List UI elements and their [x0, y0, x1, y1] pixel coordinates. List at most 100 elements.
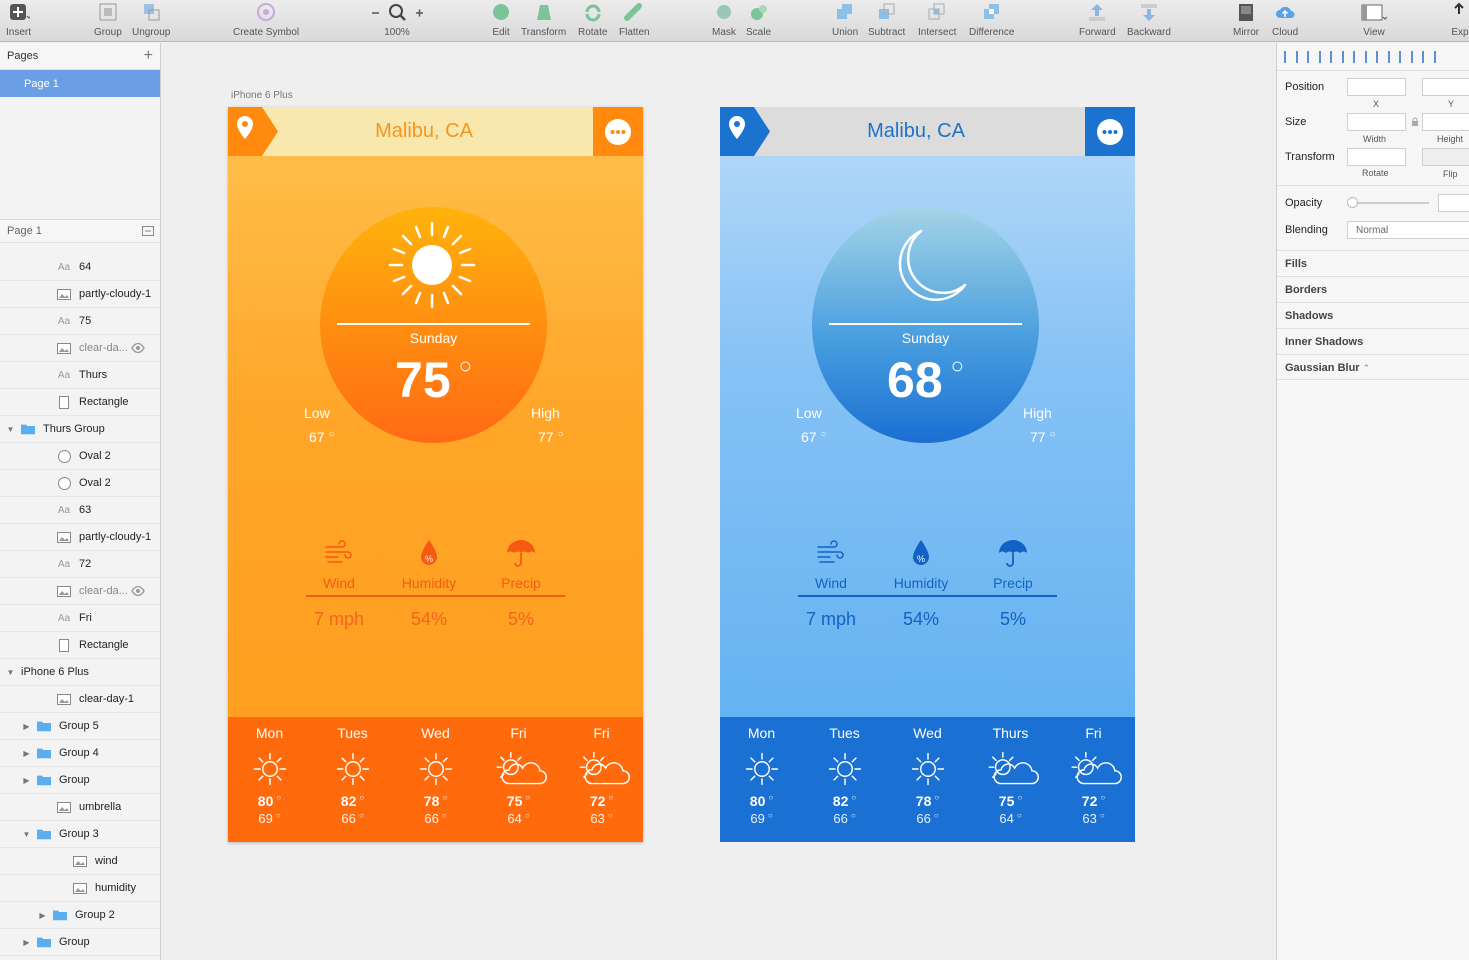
x-field[interactable] [1347, 78, 1406, 96]
layer-row[interactable]: Aa Thurs [0, 362, 160, 389]
divider-line [829, 323, 1022, 325]
layer-row[interactable]: clear-day-1 [0, 686, 160, 713]
disclosure-triangle-icon[interactable]: ▶ [22, 938, 31, 947]
layer-row[interactable]: ▶ Group 4 [0, 740, 160, 767]
layer-row[interactable]: Aa Fri [0, 605, 160, 632]
height-field[interactable] [1422, 113, 1469, 131]
rotate-field[interactable] [1347, 148, 1406, 166]
union-button[interactable]: Union [832, 0, 858, 41]
more-icon [1097, 118, 1123, 145]
layer-row[interactable]: Aa 64 [0, 254, 160, 281]
layer-row[interactable]: Aa 63 [0, 497, 160, 524]
collapse-layers-icon[interactable] [142, 226, 154, 236]
disclosure-triangle-icon[interactable]: ▶ [22, 749, 31, 758]
edit-button[interactable]: Edit [490, 0, 512, 41]
intersect-button[interactable]: Intersect [918, 0, 956, 41]
layer-row[interactable]: clear-da... [0, 578, 160, 605]
layer-row[interactable]: partly-cloudy-1 [0, 281, 160, 308]
layer-row[interactable]: wind [0, 848, 160, 875]
forecast-day-label: Fri [593, 725, 610, 741]
forward-button[interactable]: Forward [1079, 0, 1116, 41]
layer-row[interactable]: Aa 75 [0, 308, 160, 335]
disclosure-triangle-icon[interactable]: ▼ [22, 830, 31, 839]
align-top-icon[interactable] [1399, 50, 1413, 63]
backward-button[interactable]: Backward [1127, 0, 1171, 41]
gaussian-blur-section[interactable]: Gaussian Blur ⌃ [1277, 354, 1469, 380]
layer-row[interactable]: Rectangle [0, 632, 160, 659]
location-pin-icon[interactable] [228, 107, 284, 156]
insert-button[interactable]: Insert [6, 0, 31, 41]
distribute-horizontal-icon[interactable] [1284, 50, 1298, 63]
flatten-button[interactable]: Flatten [619, 0, 650, 41]
align-left-icon[interactable] [1330, 50, 1344, 63]
artboard-orange[interactable]: Malibu, CA Sunday 75 ○ Low High 67 ○ 77 ○ W… [228, 107, 643, 842]
scale-button[interactable]: Scale [746, 0, 771, 41]
canvas[interactable]: iPhone 6 Plus Malibu, CA Sunday 75 ○ Low … [162, 43, 1276, 960]
opacity-slider-thumb[interactable] [1347, 197, 1358, 208]
borders-section[interactable]: Borders [1277, 276, 1469, 302]
sun-icon [911, 752, 944, 786]
disclosure-triangle-icon[interactable]: ▶ [22, 776, 31, 785]
layer-label: humidity [95, 882, 136, 894]
layer-row[interactable]: humidity [0, 875, 160, 902]
disclosure-triangle-icon[interactable]: ▼ [6, 425, 15, 434]
create-symbol-button[interactable]: Create Symbol [233, 0, 299, 41]
subtract-button[interactable]: Subtract [868, 0, 905, 41]
add-page-icon[interactable]: + [144, 47, 153, 65]
ungroup-button[interactable]: Ungroup [132, 0, 170, 41]
layer-row[interactable]: ▶ Group 5 [0, 713, 160, 740]
eye-icon[interactable] [131, 585, 145, 597]
inner-shadows-section[interactable]: Inner Shadows [1277, 328, 1469, 354]
layer-row[interactable]: Aa 72 [0, 551, 160, 578]
group-button[interactable]: Group [94, 0, 122, 41]
more-button[interactable] [593, 107, 643, 156]
opacity-field[interactable] [1438, 194, 1469, 212]
layer-row[interactable]: partly-cloudy-1 [0, 524, 160, 551]
fills-section[interactable]: Fills [1277, 250, 1469, 276]
view-button[interactable]: View [1361, 0, 1387, 41]
stepper-icon[interactable]: ⌃ [1363, 363, 1371, 373]
export-button[interactable]: Exp [1449, 0, 1469, 41]
layer-row[interactable]: ▼ Thurs Group [0, 416, 160, 443]
artboard-blue[interactable]: Malibu, CA Sunday 68 ○ Low High 67 ○ 77 ○ W… [720, 107, 1135, 842]
mask-button[interactable]: Mask [712, 0, 736, 41]
transform-button[interactable]: Transform [521, 0, 566, 41]
layer-row[interactable]: ▶ Group 2 [0, 902, 160, 929]
layer-row[interactable]: Oval 2 [0, 470, 160, 497]
blending-select[interactable]: Normal [1347, 221, 1469, 239]
shadows-section[interactable]: Shadows [1277, 302, 1469, 328]
cloud-button[interactable]: Cloud [1272, 0, 1298, 41]
disclosure-triangle-icon[interactable]: ▶ [38, 911, 47, 920]
opacity-slider[interactable] [1349, 202, 1429, 204]
location-pin-icon[interactable] [720, 107, 776, 156]
layer-row[interactable]: ▶ Group [0, 929, 160, 956]
lock-icon[interactable] [1411, 117, 1419, 127]
layer-row[interactable]: Oval 2 [0, 443, 160, 470]
layer-row[interactable]: ▼ Group 3 [0, 821, 160, 848]
layer-row[interactable]: ▼ iPhone 6 Plus [0, 659, 160, 686]
y-field[interactable] [1422, 78, 1469, 96]
eye-icon[interactable] [131, 342, 145, 354]
layer-row[interactable]: clear-da... [0, 335, 160, 362]
forecast-day-label: Mon [255, 725, 284, 741]
align-center-icon[interactable] [1353, 50, 1367, 63]
page-item-page-1[interactable]: Page 1 [0, 70, 160, 97]
layer-row[interactable]: Rectangle [0, 389, 160, 416]
layer-row[interactable]: ▶ Group [0, 767, 160, 794]
distribute-vertical-icon[interactable] [1307, 50, 1321, 63]
disclosure-triangle-icon[interactable]: ▶ [22, 722, 31, 731]
zoom-control[interactable]: 100% [369, 0, 425, 41]
align-right-icon[interactable] [1376, 50, 1390, 63]
width-field[interactable] [1347, 113, 1406, 131]
forecast-day-label: Mon [747, 725, 776, 741]
more-button[interactable] [1085, 107, 1135, 156]
mirror-button[interactable]: Mirror [1233, 0, 1259, 41]
rotate-button[interactable]: Rotate [578, 0, 607, 41]
disclosure-triangle-icon[interactable]: ▼ [6, 668, 15, 677]
flip-control[interactable] [1422, 148, 1469, 166]
align-middle-icon[interactable] [1422, 50, 1436, 63]
difference-button[interactable]: Difference [969, 0, 1014, 41]
artboard-label[interactable]: iPhone 6 Plus [231, 90, 293, 101]
forecast-low: 66 ○ [916, 811, 939, 826]
layer-row[interactable]: umbrella [0, 794, 160, 821]
